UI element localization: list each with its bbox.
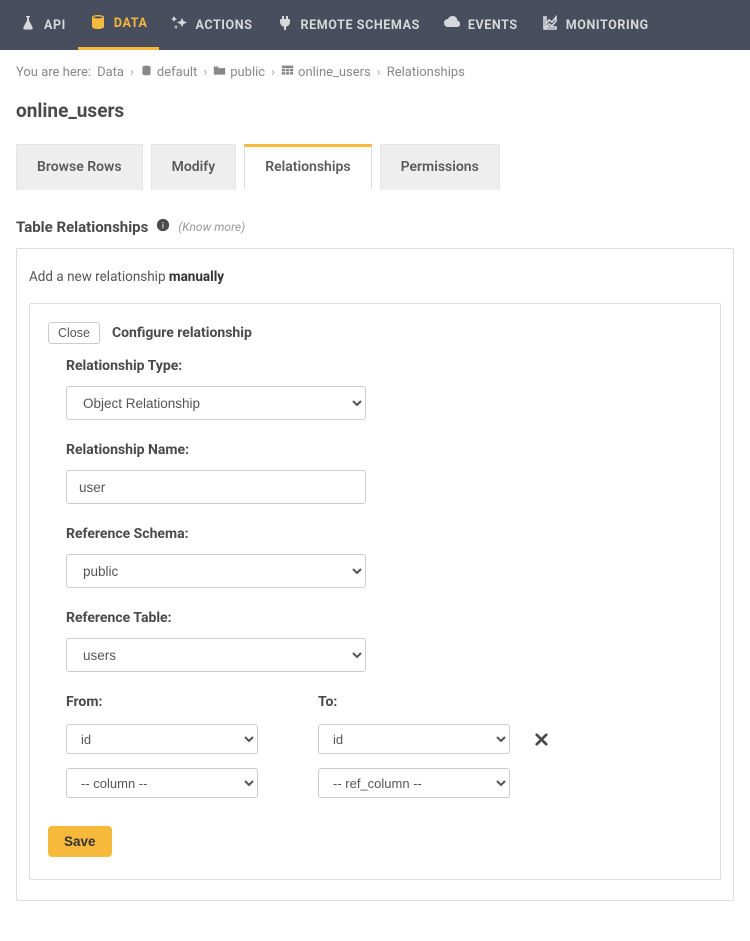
breadcrumb-item[interactable]: Data	[97, 65, 124, 80]
configure-panel: Close Configure relationship Relationshi…	[29, 303, 721, 880]
add-relationship-text: Add a new relationship manually	[29, 269, 721, 285]
tab-modify[interactable]: Modify	[151, 144, 237, 190]
ref-table-label: Reference Table:	[66, 610, 702, 626]
ref-schema-select[interactable]: public	[66, 554, 366, 588]
database-icon	[90, 14, 106, 34]
to-label: To:	[318, 694, 549, 710]
nav-label: DATA	[114, 16, 148, 31]
info-icon[interactable]: i	[156, 218, 170, 236]
chevron-right-icon: ›	[271, 65, 275, 80]
to-column-select-1[interactable]: -- ref_column --	[318, 768, 510, 798]
tab-relationships[interactable]: Relationships	[244, 144, 371, 190]
breadcrumb-item[interactable]: default	[140, 64, 197, 81]
svg-text:i: i	[162, 222, 164, 232]
chevron-right-icon: ›	[130, 65, 134, 80]
nav-label: REMOTE SCHEMAS	[301, 18, 420, 33]
top-navbar: API DATA ACTIONS REMOTE SCHEMAS EVENTS M…	[0, 0, 750, 50]
from-column-select-1[interactable]: -- column --	[66, 768, 258, 798]
breadcrumb: You are here: Data › default › public › …	[16, 64, 734, 81]
magic-icon	[171, 15, 187, 35]
to-column-select-0[interactable]: id	[318, 724, 510, 754]
breadcrumb-item[interactable]: online_users	[281, 64, 371, 81]
breadcrumb-lead: You are here:	[16, 65, 91, 80]
remove-mapping-icon[interactable]	[534, 732, 549, 747]
tab-permissions[interactable]: Permissions	[380, 144, 500, 190]
nav-actions[interactable]: ACTIONS	[159, 0, 264, 50]
nav-remote-schemas[interactable]: REMOTE SCHEMAS	[265, 0, 432, 50]
chevron-right-icon: ›	[203, 65, 207, 80]
ref-schema-label: Reference Schema:	[66, 526, 702, 542]
rel-type-select[interactable]: Object Relationship	[66, 386, 366, 420]
chart-icon	[542, 15, 558, 35]
close-button[interactable]: Close	[48, 322, 100, 344]
from-label: From:	[66, 694, 258, 710]
table-icon	[281, 64, 294, 81]
know-more-link[interactable]: (Know more)	[178, 220, 245, 234]
nav-label: API	[44, 18, 66, 33]
nav-api[interactable]: API	[8, 0, 78, 50]
nav-events[interactable]: EVENTS	[432, 0, 530, 50]
nav-label: ACTIONS	[195, 18, 252, 33]
rel-type-label: Relationship Type:	[66, 358, 702, 374]
chevron-right-icon: ›	[377, 65, 381, 80]
from-column-select-0[interactable]: id	[66, 724, 258, 754]
page-title: online_users	[16, 99, 734, 122]
flask-icon	[20, 15, 36, 35]
breadcrumb-item[interactable]: public	[213, 64, 265, 81]
configure-title: Configure relationship	[112, 325, 252, 341]
breadcrumb-current: Relationships	[387, 65, 465, 80]
nav-data[interactable]: DATA	[78, 0, 160, 50]
plug-icon	[277, 15, 293, 35]
relationship-card: Add a new relationship manually Close Co…	[16, 248, 734, 901]
folder-icon	[213, 64, 226, 81]
rel-name-input[interactable]	[66, 470, 366, 504]
cloud-icon	[444, 15, 460, 35]
tab-browse-rows[interactable]: Browse Rows	[16, 144, 143, 190]
nav-label: MONITORING	[566, 18, 649, 33]
nav-monitoring[interactable]: MONITORING	[530, 0, 661, 50]
ref-table-select[interactable]: users	[66, 638, 366, 672]
section-title: Table Relationships	[16, 218, 148, 236]
database-icon	[140, 64, 153, 81]
rel-name-label: Relationship Name:	[66, 442, 702, 458]
save-button[interactable]: Save	[48, 826, 112, 857]
nav-label: EVENTS	[468, 18, 518, 33]
tabs: Browse Rows Modify Relationships Permiss…	[16, 144, 734, 190]
